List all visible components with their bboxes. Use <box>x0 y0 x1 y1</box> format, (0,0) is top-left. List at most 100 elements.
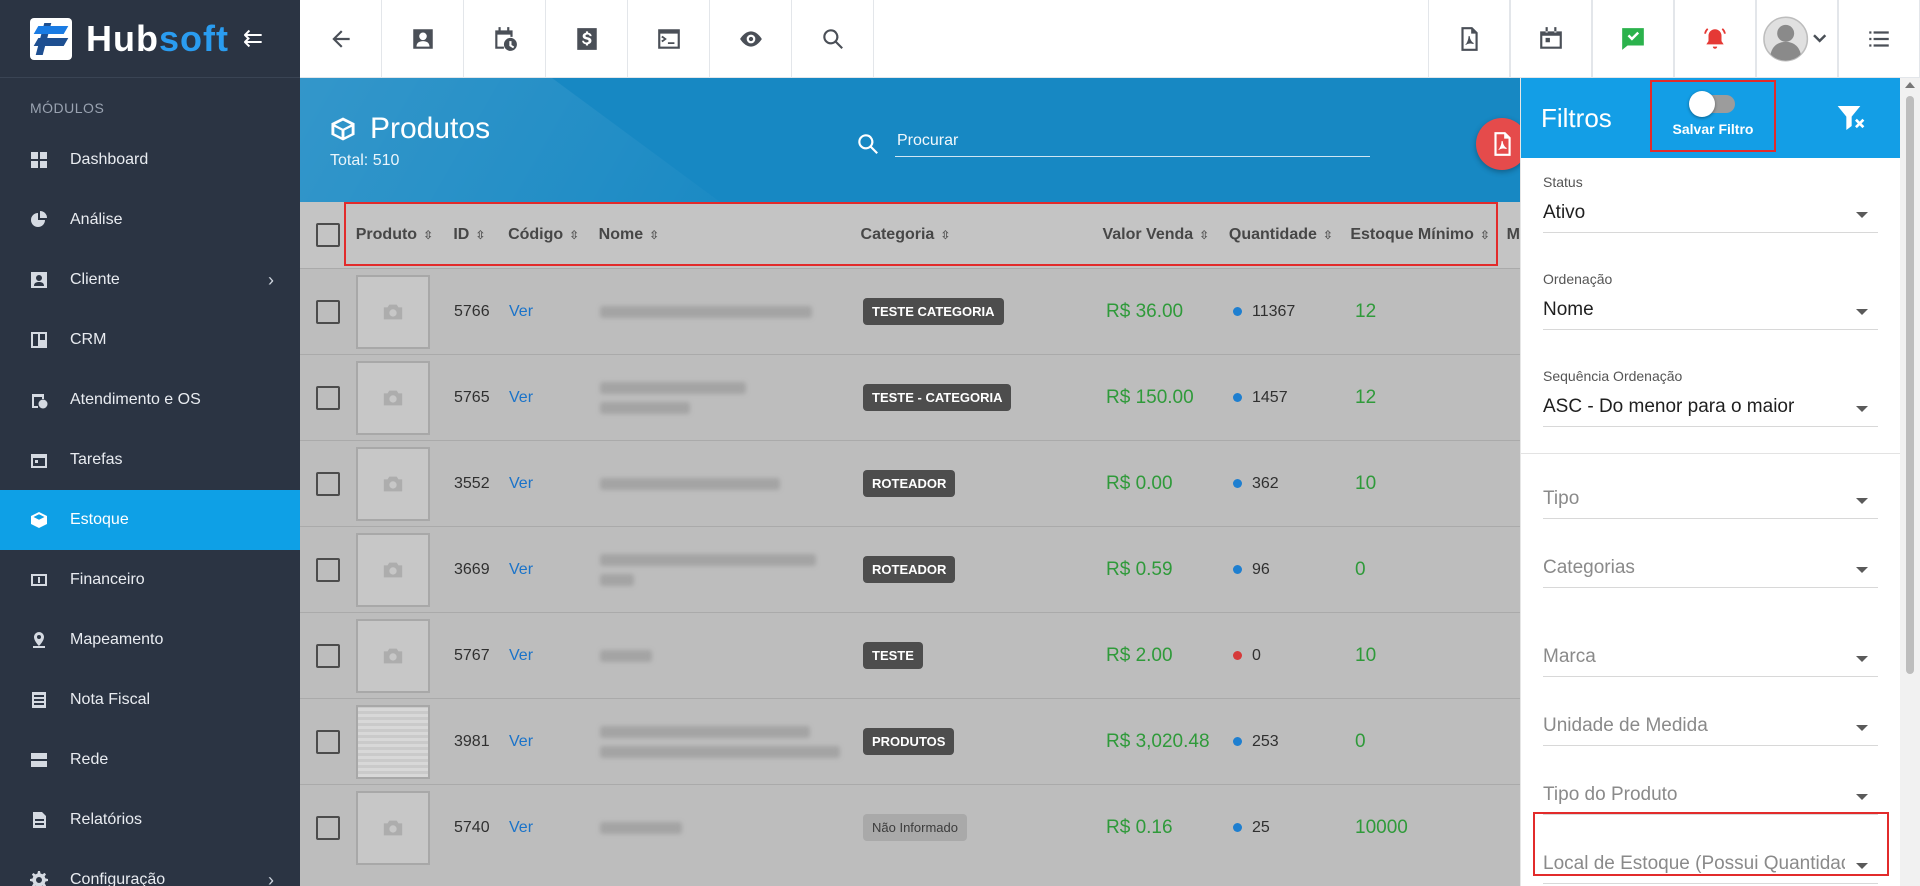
quantity-cell: 1457 <box>1233 389 1355 407</box>
marca-select[interactable]: Marca <box>1543 646 1878 677</box>
clear-filter-button[interactable] <box>1835 102 1867 139</box>
codigo-ver-link[interactable]: Ver <box>509 819 600 837</box>
sidebar-item-label: Configuração <box>70 871 166 886</box>
sidebar-item-mapeamento[interactable]: Mapeamento <box>0 610 300 670</box>
stock-status-dot <box>1233 565 1242 574</box>
codigo-ver-link[interactable]: Ver <box>509 475 600 493</box>
table-row[interactable]: 3669 Ver ROTEADOR R$ 0.59 96 0 <box>300 526 1520 612</box>
tasks-button[interactable] <box>1510 0 1592 78</box>
product-image-cell <box>356 532 454 607</box>
row-select-cell <box>300 471 356 496</box>
sidebar-item-rede[interactable]: Rede <box>0 730 300 790</box>
product-id: 3981 <box>454 732 490 750</box>
sidebar-item-label: Financeiro <box>70 571 145 588</box>
view-button[interactable] <box>710 0 792 78</box>
codigo-ver-link[interactable]: Ver <box>509 647 600 665</box>
scroll-up-icon[interactable] <box>1905 82 1915 88</box>
contact-card-icon <box>30 271 48 289</box>
pdf-fab-button[interactable] <box>1476 118 1520 170</box>
approval-button[interactable] <box>1592 0 1674 78</box>
sidebar-item-relatorios[interactable]: Relatórios <box>0 790 300 850</box>
product-name-redacted <box>600 305 863 318</box>
sidebar-item-cliente[interactable]: Cliente › <box>0 250 300 310</box>
pdf-file-icon <box>1494 132 1511 156</box>
save-filter-switch[interactable] <box>1689 91 1735 117</box>
row-checkbox[interactable] <box>316 729 340 754</box>
save-filter-toggle[interactable]: Salvar Filtro <box>1650 80 1776 152</box>
unidade-medida-select[interactable]: Unidade de Medida <box>1543 715 1878 746</box>
filters-header: Filtros Salvar Filtro <box>1521 78 1900 158</box>
product-name-redacted <box>600 477 863 490</box>
row-checkbox[interactable] <box>316 471 340 496</box>
table-row[interactable]: 3552 Ver ROTEADOR R$ 0.00 362 10 <box>300 440 1520 526</box>
chevron-down-icon <box>1856 212 1868 218</box>
categorias-placeholder: Categorias <box>1543 557 1635 578</box>
gear-icon <box>30 871 48 886</box>
terminal-button[interactable] <box>628 0 710 78</box>
row-checkbox[interactable] <box>316 299 340 324</box>
camera-icon <box>383 304 403 319</box>
row-checkbox[interactable] <box>316 557 340 582</box>
product-image-cell <box>356 274 454 349</box>
search-button[interactable] <box>792 0 874 78</box>
row-checkbox[interactable] <box>316 385 340 410</box>
product-image-cell <box>356 360 454 435</box>
box-icon <box>30 511 48 529</box>
minimum-stock-value: 10 <box>1355 472 1377 494</box>
sidebar-item-analise[interactable]: Análise <box>0 190 300 250</box>
page-scrollbar[interactable] <box>1900 78 1920 886</box>
chevron-down-icon <box>1856 567 1868 573</box>
tipo-select[interactable]: Tipo <box>1543 488 1878 519</box>
codigo-ver-link[interactable]: Ver <box>509 303 600 321</box>
product-id: 5740 <box>454 818 490 836</box>
quantity-value: 25 <box>1252 818 1270 836</box>
alarm-button[interactable] <box>1674 0 1756 78</box>
row-checkbox[interactable] <box>316 815 340 840</box>
scrollbar-thumb[interactable] <box>1906 96 1914 674</box>
sequencia-select[interactable]: Sequência Ordenação ASC - Do menor para … <box>1543 368 1878 427</box>
client-button[interactable] <box>382 0 464 78</box>
minimum-stock-value: 12 <box>1355 386 1377 408</box>
invoice-icon <box>30 691 48 709</box>
codigo-ver-link[interactable]: Ver <box>509 561 600 579</box>
menu-list-button[interactable] <box>1838 0 1920 78</box>
price-value: R$ 2.00 <box>1106 644 1173 666</box>
pdf-export-button[interactable] <box>1428 0 1510 78</box>
sidebar-item-dashboard[interactable]: Dashboard <box>0 130 300 190</box>
search-input[interactable] <box>895 128 1370 157</box>
codigo-ver-link[interactable]: Ver <box>509 389 600 407</box>
back-button[interactable] <box>300 0 382 78</box>
status-select[interactable]: Status Ativo <box>1543 174 1878 233</box>
user-menu-button[interactable] <box>1756 0 1838 78</box>
column-header-m[interactable]: M <box>1507 226 1520 244</box>
sidebar-item-tarefas[interactable]: Tarefas <box>0 430 300 490</box>
chevron-down-icon <box>1856 656 1868 662</box>
sidebar-item-label: Dashboard <box>70 151 149 168</box>
sidebar-item-estoque[interactable]: Estoque <box>0 490 300 550</box>
schedule-button[interactable] <box>464 0 546 78</box>
table-row[interactable]: 5766 Ver TESTE CATEGORIA R$ 36.00 11367 … <box>300 268 1520 354</box>
logo-bar: Hubsoft ⇇ <box>0 0 300 78</box>
row-select-cell <box>300 385 356 410</box>
codigo-ver-link[interactable]: Ver <box>509 733 600 751</box>
table-row[interactable]: 5740 Ver Não Informado R$ 0.16 25 10000 <box>300 784 1520 870</box>
sidebar-item-configuracao[interactable]: Configuração › <box>0 850 300 886</box>
price-value: R$ 0.59 <box>1106 558 1173 580</box>
collapse-sidebar-icon[interactable]: ⇇ <box>243 24 263 53</box>
finance-button[interactable] <box>546 0 628 78</box>
highlight-header-box <box>344 202 1498 266</box>
table-row[interactable]: 3981 Ver PRODUTOS R$ 3,020.48 253 0 <box>300 698 1520 784</box>
table-row[interactable]: 5767 Ver TESTE R$ 2.00 0 10 <box>300 612 1520 698</box>
tipo-produto-select[interactable]: Tipo do Produto <box>1543 784 1878 815</box>
sidebar-item-crm[interactable]: CRM <box>0 310 300 370</box>
sidebar-item-nota-fiscal[interactable]: Nota Fiscal <box>0 670 300 730</box>
row-checkbox[interactable] <box>316 643 340 668</box>
select-all-checkbox[interactable] <box>315 223 340 247</box>
sidebar-item-atendimento[interactable]: Atendimento e OS <box>0 370 300 430</box>
ordenacao-select[interactable]: Ordenação Nome <box>1543 271 1878 330</box>
page-title-text: Produtos <box>370 112 491 145</box>
table-row[interactable]: 5765 Ver TESTE - CATEGORIA R$ 150.00 145… <box>300 354 1520 440</box>
categorias-select[interactable]: Categorias <box>1543 557 1878 588</box>
category-badge: TESTE - CATEGORIA <box>863 383 1012 411</box>
sidebar-item-financeiro[interactable]: Financeiro <box>0 550 300 610</box>
